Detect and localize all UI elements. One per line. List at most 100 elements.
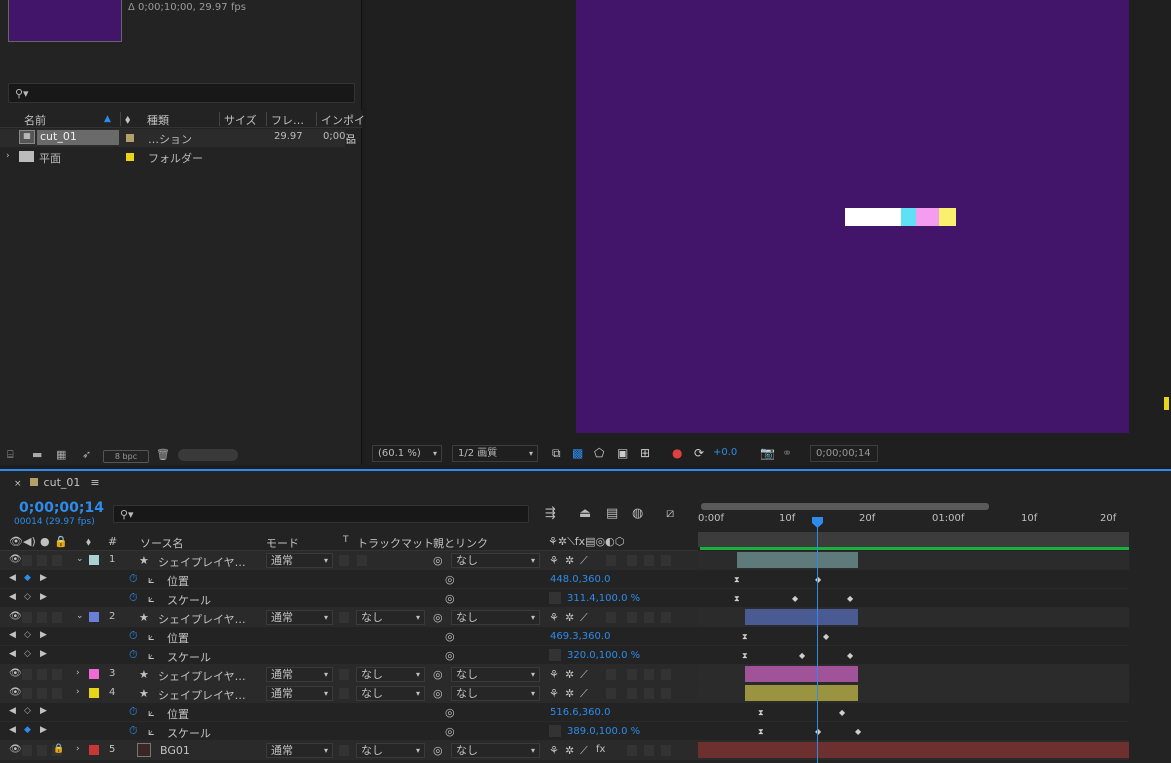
eye-icon[interactable]: 👁	[9, 744, 22, 755]
property-value[interactable]: 469.3,360.0	[550, 631, 610, 642]
expression-pickwhip-icon[interactable]: ◎	[445, 649, 455, 662]
parent-select[interactable]: なし ▾	[451, 743, 540, 758]
track-row[interactable]	[698, 608, 1129, 627]
timeline-tab[interactable]: × cut_01 ≡	[14, 476, 100, 489]
layer-name[interactable]: シェイプレイヤ…	[158, 611, 246, 627]
parent-select[interactable]: なし ▾	[451, 553, 540, 568]
layer-label-color[interactable]	[89, 688, 99, 698]
layer-duration-bar[interactable]	[745, 666, 858, 682]
property-value[interactable]: 448.0,360.0	[550, 574, 610, 585]
keyframe[interactable]: ◆	[847, 594, 853, 603]
collapse-switch-icon[interactable]: ✲	[565, 687, 574, 700]
expression-pickwhip-icon[interactable]: ◎	[445, 706, 455, 719]
eye-icon[interactable]: 👁	[9, 668, 22, 679]
work-area-bar[interactable]	[701, 503, 989, 510]
solo-icon[interactable]: ●	[40, 535, 50, 548]
stopwatch-icon[interactable]: ⏱	[129, 648, 138, 662]
zoom-select[interactable]: (60.1 %) ▾	[372, 445, 442, 462]
track-row[interactable]: ⧗ ◆	[698, 627, 1129, 646]
interpret-footage-icon[interactable]: ⌸	[7, 448, 14, 462]
previous-keyframe-icon[interactable]: ◀	[9, 706, 16, 716]
frame-blending-icon[interactable]: ▤	[606, 506, 618, 521]
collapse-switch-icon[interactable]: ✲	[565, 744, 574, 757]
layer-label-color[interactable]	[89, 745, 99, 755]
layer-row[interactable]: 👁 ⌄ 2 ★ シェイプレイヤ… 通常 ▾ なし ▾ ◎ なし ▾ ⚘ ✲ ⟋	[0, 608, 698, 627]
quality-switch-icon[interactable]: ⟋	[580, 611, 588, 625]
keyframe[interactable]: ◆	[847, 651, 853, 660]
pickwhip-icon[interactable]: ◎	[433, 687, 443, 700]
pickwhip-icon[interactable]: ◎	[433, 554, 443, 567]
shy-switch-icon[interactable]: ⚘	[549, 687, 559, 700]
project-item-folder[interactable]: › 平面 フォルダー	[0, 148, 345, 166]
column-t[interactable]: T	[343, 535, 349, 545]
keyframe[interactable]: ◆	[855, 727, 861, 736]
trash-icon[interactable]: 🗑	[156, 448, 170, 461]
collapse-switch-icon[interactable]: ✲	[565, 611, 574, 624]
next-keyframe-icon[interactable]: ▶	[40, 649, 47, 659]
stopwatch-icon[interactable]: ⏱	[129, 705, 138, 719]
expression-pickwhip-icon[interactable]: ◎	[445, 592, 455, 605]
effects-fx-icon[interactable]: fx	[596, 744, 605, 755]
shy-switch-icon[interactable]: ⚘	[549, 554, 559, 567]
sort-ascending-icon[interactable]: ▲	[104, 114, 111, 124]
track-row[interactable]: ⧗ ◆	[698, 703, 1129, 722]
expand-arrow-icon[interactable]: ›	[76, 668, 80, 678]
expand-arrow-icon[interactable]: ›	[76, 744, 80, 754]
lock-icon[interactable]: 🔒	[54, 535, 68, 548]
shy-layers-icon[interactable]: ⏏	[579, 506, 591, 521]
layer-row[interactable]: 👁 › 3 ★ シェイプレイヤ… 通常 ▾ なし ▾ ◎ なし ▾ ⚘ ✲ ⟋	[0, 665, 698, 684]
render-queue-icon[interactable]: ➶	[82, 448, 91, 461]
next-keyframe-icon[interactable]: ▶	[40, 630, 47, 640]
column-in-point[interactable]: インポイ	[321, 112, 365, 128]
graph-icon[interactable]: ⟀	[148, 592, 155, 606]
add-keyframe-icon[interactable]: ◇	[24, 630, 31, 640]
project-scrollbar[interactable]	[178, 449, 238, 461]
blend-mode-select[interactable]: 通常 ▾	[266, 686, 333, 701]
property-value[interactable]: 311.4,100.0 %	[567, 593, 640, 604]
expand-arrow-icon[interactable]: ›	[6, 151, 10, 161]
column-type[interactable]: 種類	[147, 112, 169, 128]
eye-icon[interactable]: 👁	[9, 687, 22, 698]
lock-icon[interactable]: 🔒	[53, 744, 64, 754]
layer-row[interactable]: 👁 🔒 › 5 BG01 通常 ▾ なし ▾ ◎ なし ▾ ⚘ ✲ ⟋ fx	[0, 741, 698, 760]
quality-switch-icon[interactable]: ⟋	[580, 744, 588, 758]
next-keyframe-icon[interactable]: ▶	[40, 573, 47, 583]
keyframe[interactable]: ◆	[839, 708, 845, 717]
label-tag-icon[interactable]: ⬧	[86, 535, 91, 549]
transparency-grid-icon[interactable]: ▩	[572, 446, 583, 460]
property-row[interactable]: ◀ ◇ ▶ ⏱ ⟀ スケール ◎ 311.4,100.0 %	[0, 589, 698, 608]
column-parent[interactable]: 親とリンク	[433, 535, 488, 551]
mask-path-icon[interactable]: ⬠	[594, 446, 604, 460]
keyframe[interactable]: ⧗	[742, 632, 748, 642]
keyframe[interactable]: ⧗	[734, 594, 740, 604]
layer-duration-bar[interactable]	[737, 552, 858, 568]
previous-keyframe-icon[interactable]: ◀	[9, 725, 16, 735]
trackmatte-select[interactable]: なし ▾	[356, 667, 425, 682]
track-row[interactable]	[698, 684, 1129, 703]
expression-pickwhip-icon[interactable]: ◎	[445, 725, 455, 738]
property-row[interactable]: ◀ ◇ ▶ ⏱ ⟀ 位置 ◎ 469.3,360.0	[0, 627, 698, 646]
layer-name[interactable]: シェイプレイヤ…	[158, 687, 246, 703]
layer-row[interactable]: 👁 › 4 ★ シェイプレイヤ… 通常 ▾ なし ▾ ◎ なし ▾ ⚘ ✲ ⟋	[0, 684, 698, 703]
next-keyframe-icon[interactable]: ▶	[40, 706, 47, 716]
close-icon[interactable]: ×	[14, 479, 22, 489]
label-color-swatch[interactable]	[126, 153, 134, 161]
graph-icon[interactable]: ⟀	[148, 706, 155, 720]
viewer-timecode[interactable]: 0;00;00;14	[810, 445, 878, 462]
keyframe[interactable]: ⧗	[734, 575, 740, 585]
pink-bar-shape[interactable]	[916, 208, 939, 226]
white-bar-shape[interactable]	[845, 208, 901, 226]
cyan-bar-shape[interactable]	[901, 208, 916, 226]
region-of-interest-icon[interactable]: ▣	[617, 446, 628, 460]
layer-label-color[interactable]	[89, 669, 99, 679]
keyframe[interactable]: ⧗	[742, 651, 748, 661]
reset-exposure-icon[interactable]: ⟳	[694, 446, 704, 460]
property-row[interactable]: ◀ ◇ ▶ ⏱ ⟀ スケール ◎ 320.0,100.0 %	[0, 646, 698, 665]
resolution-select[interactable]: 1/2 画質 ▾	[452, 445, 538, 462]
blend-mode-select[interactable]: 通常 ▾	[266, 610, 333, 625]
trackmatte-select[interactable]: なし ▾	[356, 686, 425, 701]
keyframe[interactable]: ◆	[815, 727, 821, 736]
current-time-indicator[interactable]	[817, 517, 818, 763]
keyframe[interactable]: ◆	[815, 575, 821, 584]
expand-arrow-icon[interactable]: ⌄	[76, 554, 84, 564]
